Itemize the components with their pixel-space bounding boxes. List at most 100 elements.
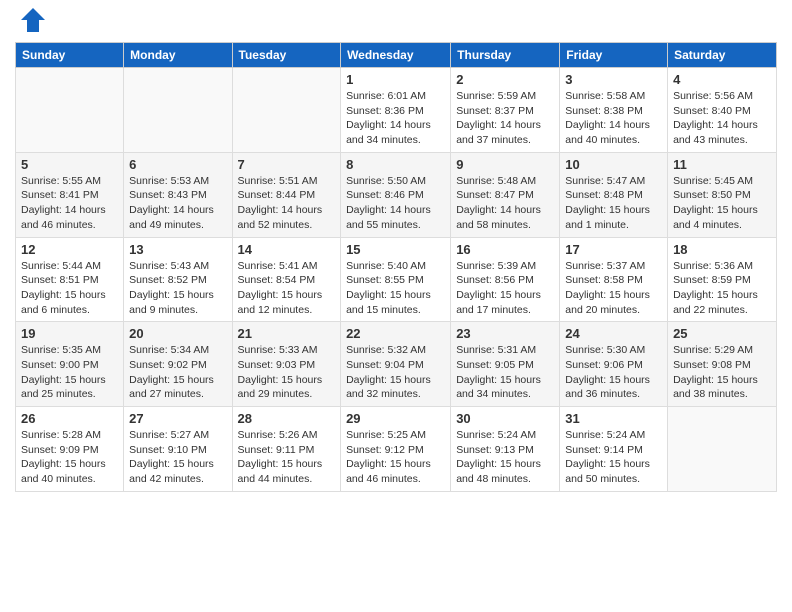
day-number: 21	[238, 326, 336, 341]
day-number: 14	[238, 242, 336, 257]
calendar-cell: 7 Sunrise: 5:51 AM Sunset: 8:44 PM Daylig…	[232, 152, 341, 237]
day-info: Sunrise: 5:43 AM Sunset: 8:52 PM Dayligh…	[129, 259, 226, 318]
calendar-cell	[232, 68, 341, 153]
day-info: Sunrise: 5:34 AM Sunset: 9:02 PM Dayligh…	[129, 343, 226, 402]
header	[15, 10, 777, 34]
calendar-cell: 6Sunrise: 5:53 AM Sunset: 8:43 PM Daylig…	[124, 152, 232, 237]
day-number: 1	[346, 72, 445, 87]
calendar-cell: 22 Sunrise: 5:32 AM Sunset: 9:04 PM Dayli…	[341, 322, 451, 407]
day-number: 18	[673, 242, 771, 257]
calendar-cell: 15Sunrise: 5:40 AM Sunset: 8:55 PM Dayli…	[341, 237, 451, 322]
calendar-cell: 23 Sunrise: 5:31 AM Sunset: 9:05 PM Dayli…	[451, 322, 560, 407]
day-info: Sunrise: 5:36 AM Sunset: 8:59 PM Dayligh…	[673, 259, 771, 318]
day-number: 12	[21, 242, 118, 257]
day-info: Sunrise: 5:33 AM Sunset: 9:03 PM Dayligh…	[238, 343, 336, 402]
day-number: 23	[456, 326, 554, 341]
day-number: 11	[673, 157, 771, 172]
calendar-cell: 5Sunrise: 5:55 AM Sunset: 8:41 PM Daylig…	[16, 152, 124, 237]
calendar-cell: 3 Sunrise: 5:58 AM Sunset: 8:38 PM Daylig…	[560, 68, 668, 153]
day-number: 8	[346, 157, 445, 172]
calendar-cell: 26Sunrise: 5:28 AM Sunset: 9:09 PM Dayli…	[16, 407, 124, 492]
calendar: SundayMondayTuesdayWednesdayThursdayFrid…	[15, 42, 777, 492]
day-info: Sunrise: 5:35 AM Sunset: 9:00 PM Dayligh…	[21, 343, 118, 402]
logo	[15, 10, 47, 34]
calendar-cell: 16 Sunrise: 5:39 AM Sunset: 8:56 PM Dayli…	[451, 237, 560, 322]
day-number: 3	[565, 72, 662, 87]
day-number: 28	[238, 411, 336, 426]
weekday-header-sunday: Sunday	[16, 43, 124, 68]
calendar-cell: 9 Sunrise: 5:48 AM Sunset: 8:47 PM Daylig…	[451, 152, 560, 237]
day-info: Sunrise: 5:50 AM Sunset: 8:46 PM Dayligh…	[346, 174, 445, 233]
calendar-cell: 27 Sunrise: 5:27 AM Sunset: 9:10 PM Dayli…	[124, 407, 232, 492]
calendar-cell: 19 Sunrise: 5:35 AM Sunset: 9:00 PM Dayli…	[16, 322, 124, 407]
calendar-cell: 20Sunrise: 5:34 AM Sunset: 9:02 PM Dayli…	[124, 322, 232, 407]
day-number: 2	[456, 72, 554, 87]
calendar-cell: 24 Sunrise: 5:30 AM Sunset: 9:06 PM Dayli…	[560, 322, 668, 407]
day-number: 9	[456, 157, 554, 172]
day-number: 25	[673, 326, 771, 341]
page: SundayMondayTuesdayWednesdayThursdayFrid…	[0, 0, 792, 502]
calendar-cell: 18 Sunrise: 5:36 AM Sunset: 8:59 PM Dayli…	[668, 237, 777, 322]
calendar-cell: 25 Sunrise: 5:29 AM Sunset: 9:08 PM Dayli…	[668, 322, 777, 407]
weekday-header-monday: Monday	[124, 43, 232, 68]
weekday-header-wednesday: Wednesday	[341, 43, 451, 68]
weekday-header-friday: Friday	[560, 43, 668, 68]
day-info: Sunrise: 5:31 AM Sunset: 9:05 PM Dayligh…	[456, 343, 554, 402]
day-info: Sunrise: 5:48 AM Sunset: 8:47 PM Dayligh…	[456, 174, 554, 233]
day-number: 31	[565, 411, 662, 426]
day-info: Sunrise: 5:51 AM Sunset: 8:44 PM Dayligh…	[238, 174, 336, 233]
day-info: Sunrise: 5:24 AM Sunset: 9:14 PM Dayligh…	[565, 428, 662, 487]
calendar-cell: 14 Sunrise: 5:41 AM Sunset: 8:54 PM Dayli…	[232, 237, 341, 322]
day-info: Sunrise: 5:53 AM Sunset: 8:43 PM Dayligh…	[129, 174, 226, 233]
day-number: 13	[129, 242, 226, 257]
day-info: Sunrise: 5:39 AM Sunset: 8:56 PM Dayligh…	[456, 259, 554, 318]
day-number: 19	[21, 326, 118, 341]
week-row-5: 26Sunrise: 5:28 AM Sunset: 9:09 PM Dayli…	[16, 407, 777, 492]
calendar-cell: 13 Sunrise: 5:43 AM Sunset: 8:52 PM Dayli…	[124, 237, 232, 322]
calendar-cell: 29 Sunrise: 5:25 AM Sunset: 9:12 PM Dayli…	[341, 407, 451, 492]
day-info: Sunrise: 5:44 AM Sunset: 8:51 PM Dayligh…	[21, 259, 118, 318]
day-info: Sunrise: 6:01 AM Sunset: 8:36 PM Dayligh…	[346, 89, 445, 148]
calendar-cell: 12 Sunrise: 5:44 AM Sunset: 8:51 PM Dayli…	[16, 237, 124, 322]
day-number: 22	[346, 326, 445, 341]
day-number: 10	[565, 157, 662, 172]
day-number: 15	[346, 242, 445, 257]
day-number: 4	[673, 72, 771, 87]
day-info: Sunrise: 5:41 AM Sunset: 8:54 PM Dayligh…	[238, 259, 336, 318]
day-info: Sunrise: 5:58 AM Sunset: 8:38 PM Dayligh…	[565, 89, 662, 148]
day-info: Sunrise: 5:56 AM Sunset: 8:40 PM Dayligh…	[673, 89, 771, 148]
calendar-cell: 17 Sunrise: 5:37 AM Sunset: 8:58 PM Dayli…	[560, 237, 668, 322]
day-number: 17	[565, 242, 662, 257]
week-row-4: 19 Sunrise: 5:35 AM Sunset: 9:00 PM Dayli…	[16, 322, 777, 407]
day-number: 16	[456, 242, 554, 257]
day-info: Sunrise: 5:25 AM Sunset: 9:12 PM Dayligh…	[346, 428, 445, 487]
week-row-1: 1 Sunrise: 6:01 AM Sunset: 8:36 PM Daylig…	[16, 68, 777, 153]
day-info: Sunrise: 5:32 AM Sunset: 9:04 PM Dayligh…	[346, 343, 445, 402]
calendar-cell: 28 Sunrise: 5:26 AM Sunset: 9:11 PM Dayli…	[232, 407, 341, 492]
day-info: Sunrise: 5:30 AM Sunset: 9:06 PM Dayligh…	[565, 343, 662, 402]
day-number: 27	[129, 411, 226, 426]
day-info: Sunrise: 5:59 AM Sunset: 8:37 PM Dayligh…	[456, 89, 554, 148]
day-info: Sunrise: 5:24 AM Sunset: 9:13 PM Dayligh…	[456, 428, 554, 487]
calendar-cell: 31 Sunrise: 5:24 AM Sunset: 9:14 PM Dayli…	[560, 407, 668, 492]
day-number: 24	[565, 326, 662, 341]
calendar-cell: 8 Sunrise: 5:50 AM Sunset: 8:46 PM Daylig…	[341, 152, 451, 237]
day-info: Sunrise: 5:47 AM Sunset: 8:48 PM Dayligh…	[565, 174, 662, 233]
day-number: 26	[21, 411, 118, 426]
day-number: 29	[346, 411, 445, 426]
day-info: Sunrise: 5:27 AM Sunset: 9:10 PM Dayligh…	[129, 428, 226, 487]
calendar-cell: 1 Sunrise: 6:01 AM Sunset: 8:36 PM Daylig…	[341, 68, 451, 153]
calendar-cell: 10 Sunrise: 5:47 AM Sunset: 8:48 PM Dayli…	[560, 152, 668, 237]
day-info: Sunrise: 5:37 AM Sunset: 8:58 PM Dayligh…	[565, 259, 662, 318]
calendar-cell: 11 Sunrise: 5:45 AM Sunset: 8:50 PM Dayli…	[668, 152, 777, 237]
calendar-cell: 2 Sunrise: 5:59 AM Sunset: 8:37 PM Daylig…	[451, 68, 560, 153]
day-info: Sunrise: 5:55 AM Sunset: 8:41 PM Dayligh…	[21, 174, 118, 233]
day-info: Sunrise: 5:29 AM Sunset: 9:08 PM Dayligh…	[673, 343, 771, 402]
weekday-header-tuesday: Tuesday	[232, 43, 341, 68]
week-row-2: 5Sunrise: 5:55 AM Sunset: 8:41 PM Daylig…	[16, 152, 777, 237]
day-number: 7	[238, 157, 336, 172]
calendar-cell	[668, 407, 777, 492]
day-info: Sunrise: 5:26 AM Sunset: 9:11 PM Dayligh…	[238, 428, 336, 487]
weekday-header-thursday: Thursday	[451, 43, 560, 68]
day-info: Sunrise: 5:45 AM Sunset: 8:50 PM Dayligh…	[673, 174, 771, 233]
